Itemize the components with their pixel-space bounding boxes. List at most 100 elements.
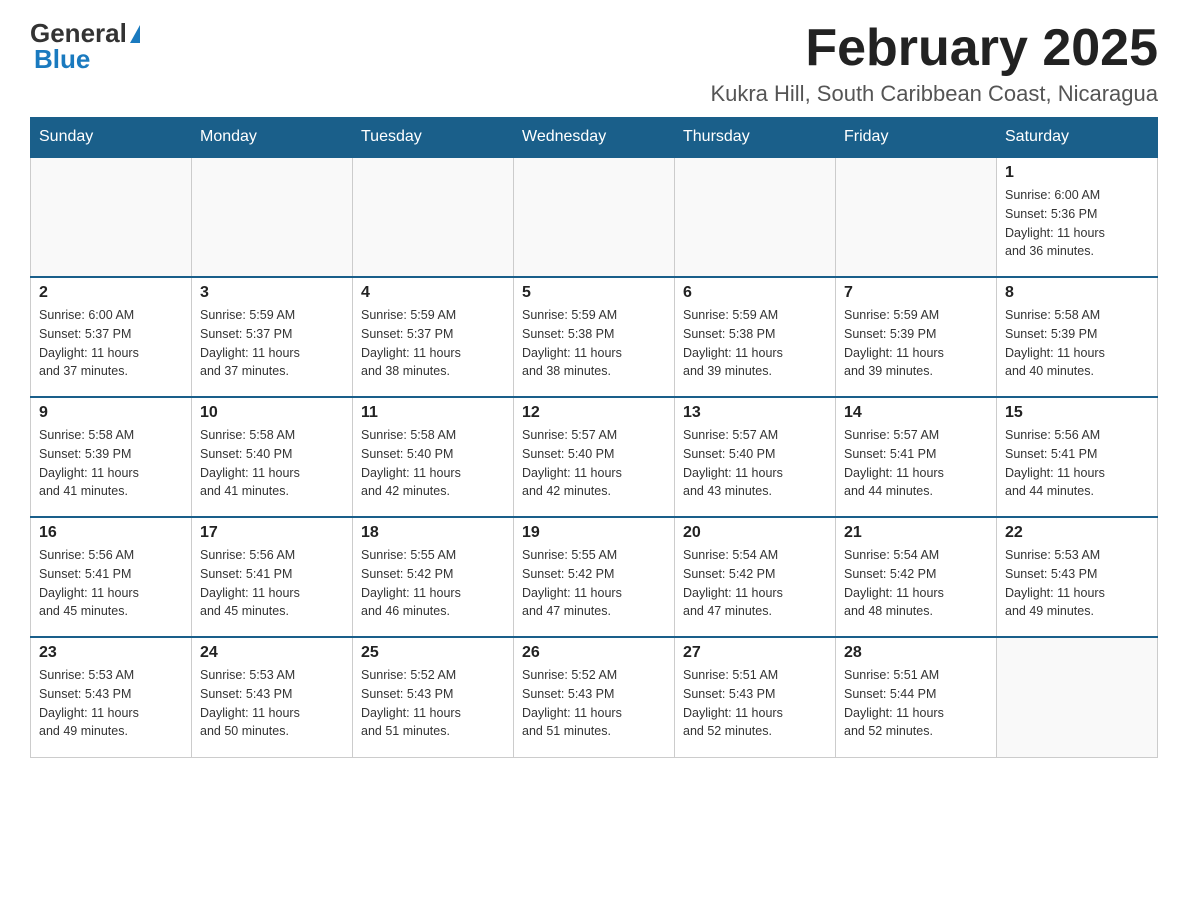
calendar-week-row: 1 Sunrise: 6:00 AM Sunset: 5:36 PM Daylig… (31, 157, 1158, 277)
calendar-day-cell: 19 Sunrise: 5:55 AM Sunset: 5:42 PM Dayli… (514, 517, 675, 637)
calendar-day-cell: 18Sunrise: 5:55 AM Sunset: 5:42 PM Dayli… (353, 517, 514, 637)
day-number: 9 (39, 404, 183, 422)
calendar-day-cell (31, 157, 192, 277)
calendar-day-cell: 27 Sunrise: 5:51 AM Sunset: 5:43 PM Dayli… (675, 637, 836, 757)
day-info: Sunrise: 5:59 AM Sunset: 5:38 PM Dayligh… (522, 306, 666, 381)
day-info: Sunrise: 5:57 AM Sunset: 5:41 PM Dayligh… (844, 426, 988, 501)
logo-triangle-icon (130, 25, 140, 43)
calendar-day-header: Thursday (675, 118, 836, 158)
day-info: Sunrise: 6:00 AM Sunset: 5:37 PM Dayligh… (39, 306, 183, 381)
calendar-day-cell: 24Sunrise: 5:53 AM Sunset: 5:43 PM Dayli… (192, 637, 353, 757)
day-info: Sunrise: 5:58 AM Sunset: 5:40 PM Dayligh… (200, 426, 344, 501)
calendar-day-cell: 22Sunrise: 5:53 AM Sunset: 5:43 PM Dayli… (997, 517, 1158, 637)
day-info: Sunrise: 5:58 AM Sunset: 5:39 PM Dayligh… (39, 426, 183, 501)
calendar-day-header: Monday (192, 118, 353, 158)
day-number: 5 (522, 284, 666, 302)
calendar-day-cell: 13 Sunrise: 5:57 AM Sunset: 5:40 PM Dayli… (675, 397, 836, 517)
day-number: 25 (361, 644, 505, 662)
calendar-day-cell (675, 157, 836, 277)
day-info: Sunrise: 5:59 AM Sunset: 5:37 PM Dayligh… (361, 306, 505, 381)
day-number: 11 (361, 404, 505, 422)
calendar-day-cell: 1 Sunrise: 6:00 AM Sunset: 5:36 PM Daylig… (997, 157, 1158, 277)
day-info: Sunrise: 5:57 AM Sunset: 5:40 PM Dayligh… (683, 426, 827, 501)
day-number: 17 (200, 524, 344, 542)
day-number: 7 (844, 284, 988, 302)
page-title: February 2025 (710, 20, 1158, 77)
calendar-week-row: 2 Sunrise: 6:00 AM Sunset: 5:37 PM Daylig… (31, 277, 1158, 397)
calendar-day-header: Wednesday (514, 118, 675, 158)
day-info: Sunrise: 5:57 AM Sunset: 5:40 PM Dayligh… (522, 426, 666, 501)
day-info: Sunrise: 5:52 AM Sunset: 5:43 PM Dayligh… (361, 666, 505, 741)
day-number: 12 (522, 404, 666, 422)
day-info: Sunrise: 5:59 AM Sunset: 5:37 PM Dayligh… (200, 306, 344, 381)
calendar-day-cell: 7 Sunrise: 5:59 AM Sunset: 5:39 PM Daylig… (836, 277, 997, 397)
calendar-day-cell: 6Sunrise: 5:59 AM Sunset: 5:38 PM Daylig… (675, 277, 836, 397)
day-info: Sunrise: 5:53 AM Sunset: 5:43 PM Dayligh… (1005, 546, 1149, 621)
calendar-day-cell: 23 Sunrise: 5:53 AM Sunset: 5:43 PM Dayli… (31, 637, 192, 757)
calendar-day-header: Saturday (997, 118, 1158, 158)
logo-general-text: General (30, 20, 127, 46)
calendar-day-cell (997, 637, 1158, 757)
day-info: Sunrise: 5:55 AM Sunset: 5:42 PM Dayligh… (361, 546, 505, 621)
day-number: 14 (844, 404, 988, 422)
day-number: 1 (1005, 164, 1149, 182)
day-info: Sunrise: 5:51 AM Sunset: 5:43 PM Dayligh… (683, 666, 827, 741)
calendar-day-cell: 16 Sunrise: 5:56 AM Sunset: 5:41 PM Dayli… (31, 517, 192, 637)
day-number: 15 (1005, 404, 1149, 422)
calendar-day-cell: 26Sunrise: 5:52 AM Sunset: 5:43 PM Dayli… (514, 637, 675, 757)
calendar-day-header: Sunday (31, 118, 192, 158)
calendar-day-header: Tuesday (353, 118, 514, 158)
calendar-day-cell (836, 157, 997, 277)
day-info: Sunrise: 5:58 AM Sunset: 5:39 PM Dayligh… (1005, 306, 1149, 381)
calendar-day-cell: 14 Sunrise: 5:57 AM Sunset: 5:41 PM Dayli… (836, 397, 997, 517)
calendar-day-cell: 25 Sunrise: 5:52 AM Sunset: 5:43 PM Dayli… (353, 637, 514, 757)
day-info: Sunrise: 5:54 AM Sunset: 5:42 PM Dayligh… (683, 546, 827, 621)
day-number: 28 (844, 644, 988, 662)
calendar-day-cell (514, 157, 675, 277)
calendar-day-cell (192, 157, 353, 277)
day-number: 21 (844, 524, 988, 542)
calendar-table: SundayMondayTuesdayWednesdayThursdayFrid… (30, 117, 1158, 758)
day-info: Sunrise: 5:58 AM Sunset: 5:40 PM Dayligh… (361, 426, 505, 501)
calendar-day-cell: 11 Sunrise: 5:58 AM Sunset: 5:40 PM Dayli… (353, 397, 514, 517)
calendar-day-cell: 3Sunrise: 5:59 AM Sunset: 5:37 PM Daylig… (192, 277, 353, 397)
calendar-day-cell: 20 Sunrise: 5:54 AM Sunset: 5:42 PM Dayli… (675, 517, 836, 637)
page-header: General Blue February 2025 Kukra Hill, S… (30, 20, 1158, 107)
calendar-day-cell: 28Sunrise: 5:51 AM Sunset: 5:44 PM Dayli… (836, 637, 997, 757)
day-number: 24 (200, 644, 344, 662)
day-number: 16 (39, 524, 183, 542)
day-number: 27 (683, 644, 827, 662)
day-number: 13 (683, 404, 827, 422)
calendar-week-row: 23 Sunrise: 5:53 AM Sunset: 5:43 PM Dayli… (31, 637, 1158, 757)
calendar-day-cell: 9 Sunrise: 5:58 AM Sunset: 5:39 PM Daylig… (31, 397, 192, 517)
calendar-day-header: Friday (836, 118, 997, 158)
day-number: 10 (200, 404, 344, 422)
day-info: Sunrise: 5:53 AM Sunset: 5:43 PM Dayligh… (39, 666, 183, 741)
day-number: 20 (683, 524, 827, 542)
day-info: Sunrise: 5:56 AM Sunset: 5:41 PM Dayligh… (39, 546, 183, 621)
day-number: 2 (39, 284, 183, 302)
calendar-day-cell (353, 157, 514, 277)
title-area: February 2025 Kukra Hill, South Caribbea… (710, 20, 1158, 107)
calendar-day-cell: 2 Sunrise: 6:00 AM Sunset: 5:37 PM Daylig… (31, 277, 192, 397)
day-info: Sunrise: 5:59 AM Sunset: 5:38 PM Dayligh… (683, 306, 827, 381)
day-info: Sunrise: 6:00 AM Sunset: 5:36 PM Dayligh… (1005, 186, 1149, 261)
logo-blue-text: Blue (34, 46, 141, 72)
day-info: Sunrise: 5:56 AM Sunset: 5:41 PM Dayligh… (1005, 426, 1149, 501)
calendar-day-cell: 5 Sunrise: 5:59 AM Sunset: 5:38 PM Daylig… (514, 277, 675, 397)
calendar-day-cell: 4 Sunrise: 5:59 AM Sunset: 5:37 PM Daylig… (353, 277, 514, 397)
day-info: Sunrise: 5:56 AM Sunset: 5:41 PM Dayligh… (200, 546, 344, 621)
day-number: 4 (361, 284, 505, 302)
calendar-header-row: SundayMondayTuesdayWednesdayThursdayFrid… (31, 118, 1158, 158)
calendar-day-cell: 17 Sunrise: 5:56 AM Sunset: 5:41 PM Dayli… (192, 517, 353, 637)
calendar-day-cell: 10 Sunrise: 5:58 AM Sunset: 5:40 PM Dayli… (192, 397, 353, 517)
calendar-week-row: 9 Sunrise: 5:58 AM Sunset: 5:39 PM Daylig… (31, 397, 1158, 517)
calendar-day-cell: 12 Sunrise: 5:57 AM Sunset: 5:40 PM Dayli… (514, 397, 675, 517)
day-number: 23 (39, 644, 183, 662)
calendar-day-cell: 21Sunrise: 5:54 AM Sunset: 5:42 PM Dayli… (836, 517, 997, 637)
day-info: Sunrise: 5:55 AM Sunset: 5:42 PM Dayligh… (522, 546, 666, 621)
calendar-day-cell: 8Sunrise: 5:58 AM Sunset: 5:39 PM Daylig… (997, 277, 1158, 397)
day-info: Sunrise: 5:59 AM Sunset: 5:39 PM Dayligh… (844, 306, 988, 381)
day-info: Sunrise: 5:52 AM Sunset: 5:43 PM Dayligh… (522, 666, 666, 741)
day-number: 19 (522, 524, 666, 542)
